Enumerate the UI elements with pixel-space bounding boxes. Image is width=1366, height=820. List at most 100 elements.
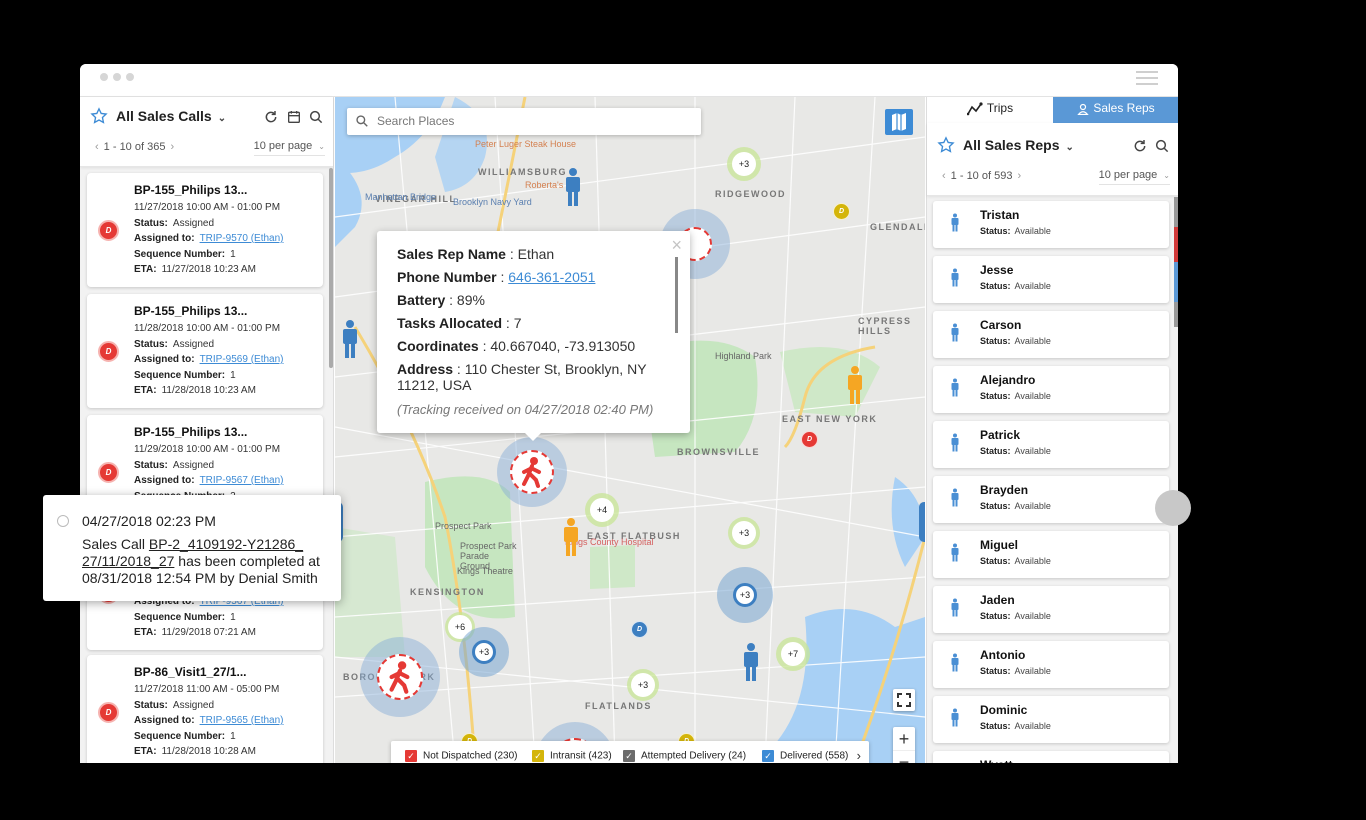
collapse-right-panel-button[interactable] <box>919 502 925 542</box>
user-icon <box>1077 103 1090 115</box>
map-cluster[interactable]: +3 <box>728 517 760 549</box>
legend-not-dispatched[interactable]: ✓ Not Dispatched (230) <box>405 750 518 762</box>
sales-reps-panel: Trips Sales Reps All Sales Reps ⌄ ‹ 1 - 10… <box>926 97 1178 763</box>
fullscreen-button[interactable] <box>893 689 915 711</box>
sales-rep-card[interactable]: Dominic Status: Available <box>933 696 1169 743</box>
sales-rep-card[interactable]: Tristan Status: Available <box>933 201 1169 248</box>
call-sequence: Sequence Number: 1 <box>134 249 236 260</box>
map-cluster[interactable]: +3 <box>459 627 509 677</box>
sales-rep-card[interactable]: Alejandro Status: Available <box>933 366 1169 413</box>
sales-rep-marker-blue[interactable] <box>563 167 583 207</box>
walking-rep-marker[interactable] <box>377 654 423 700</box>
trip-link[interactable]: TRIP-9570 (Ethan) <box>200 233 284 244</box>
walking-rep-marker[interactable] <box>510 450 554 494</box>
sales-rep-marker-orange[interactable] <box>561 517 581 557</box>
poi-label: Kings Theatre <box>457 566 513 576</box>
checkbox-checked-icon[interactable]: ✓ <box>762 750 774 762</box>
notification-toast[interactable]: 04/27/2018 02:23 PM Sales Call BP-2_4109… <box>43 495 341 601</box>
sales-rep-card[interactable]: Jesse Status: Available <box>933 256 1169 303</box>
delivery-pin[interactable]: D <box>631 621 648 638</box>
close-icon[interactable]: × <box>671 235 682 256</box>
sales-rep-marker-orange[interactable] <box>845 365 865 405</box>
search-icon[interactable] <box>308 109 324 125</box>
star-icon[interactable] <box>937 136 955 154</box>
next-page-button[interactable]: › <box>170 141 174 153</box>
poi-label: Brooklyn Navy Yard <box>453 197 532 207</box>
sales-rep-marker-blue[interactable] <box>741 642 761 682</box>
notification-message: Sales Call BP-2_4109192-Y21286_ 27/11/20… <box>82 536 334 587</box>
call-sequence: Sequence Number: 1 <box>134 731 236 742</box>
map-cluster[interactable]: +3 <box>717 567 773 623</box>
search-places-box <box>347 108 701 135</box>
field-label: Assigned to: <box>134 233 195 244</box>
zoom-in-button[interactable]: + <box>893 727 915 751</box>
sales-rep-card[interactable]: Jaden Status: Available <box>933 586 1169 633</box>
star-icon[interactable] <box>90 107 108 125</box>
phone-link[interactable]: 646-361-2051 <box>508 269 595 285</box>
delivery-status-badge: D <box>98 220 119 241</box>
sales-call-card[interactable]: D BP-86_Visit1_27/1... 11/27/2018 11:00 AM… <box>87 655 323 763</box>
scrollbar[interactable] <box>1174 197 1178 327</box>
sales-call-card[interactable]: D BP-155_Philips 13... 11/27/2018 10:00 AM… <box>87 173 323 287</box>
field-label: Status: <box>980 446 1011 456</box>
prev-page-button[interactable]: ‹ <box>942 170 946 182</box>
hamburger-menu-icon[interactable] <box>1136 71 1158 85</box>
tasks-value: 7 <box>513 315 522 331</box>
zoom-out-button[interactable]: − <box>893 751 915 763</box>
sales-rep-card[interactable]: Miguel Status: Available <box>933 531 1169 578</box>
sales-rep-card[interactable]: Carson Status: Available <box>933 311 1169 358</box>
phone-row: Phone Number : 646-361-2051 <box>397 269 596 285</box>
map-label: FLATLANDS <box>585 701 652 711</box>
scrollbar[interactable] <box>329 168 333 368</box>
cluster-count: +3 <box>733 583 757 607</box>
trip-link[interactable]: TRIP-9569 (Ethan) <box>200 354 284 365</box>
trip-link[interactable]: TRIP-9567 (Ethan) <box>200 475 284 486</box>
trip-link[interactable]: TRIP-9565 (Ethan) <box>200 715 284 726</box>
popup-scrollbar[interactable] <box>675 257 678 333</box>
map-label: RIDGEWOOD <box>715 189 786 199</box>
legend-intransit[interactable]: ✓ Intransit (423) <box>532 750 612 762</box>
view-selector[interactable]: All Sales Reps ⌄ <box>963 137 1074 153</box>
checkbox-checked-icon[interactable]: ✓ <box>532 750 544 762</box>
map-cluster[interactable]: +3 <box>627 669 659 701</box>
unread-indicator-icon[interactable] <box>57 515 69 527</box>
sales-rep-marker-blue[interactable] <box>340 319 360 359</box>
map-cluster[interactable]: +3 <box>727 147 761 181</box>
checkbox-checked-icon[interactable]: ✓ <box>623 750 635 762</box>
floating-action-button[interactable] <box>1155 490 1191 526</box>
refresh-icon[interactable] <box>1132 138 1148 154</box>
cluster-count: +3 <box>631 673 655 697</box>
sales-rep-card[interactable]: Patrick Status: Available <box>933 421 1169 468</box>
search-icon[interactable] <box>1154 138 1170 154</box>
next-page-button[interactable]: › <box>1017 170 1021 182</box>
map-type-button[interactable] <box>885 109 913 135</box>
per-page-select[interactable]: 10 per page ⌄ <box>253 140 325 156</box>
refresh-icon[interactable] <box>263 109 279 125</box>
call-time-window: 11/29/2018 10:00 AM - 01:00 PM <box>134 444 281 455</box>
person-icon <box>951 323 959 342</box>
legend-delivered[interactable]: ✓ Delivered (558) <box>762 750 848 762</box>
field-label: Coordinates <box>397 338 479 354</box>
view-selector[interactable]: All Sales Calls ⌄ <box>116 108 226 124</box>
prev-page-button[interactable]: ‹ <box>95 141 99 153</box>
search-places-input[interactable] <box>377 111 687 131</box>
calendar-icon[interactable] <box>286 109 302 125</box>
delivery-pin[interactable]: D <box>801 431 818 448</box>
sales-call-list: D BP-155_Philips 13... 11/27/2018 10:00 AM… <box>80 168 328 763</box>
map-cluster[interactable]: +7 <box>776 637 810 671</box>
delivery-pin[interactable]: D <box>833 203 850 220</box>
sales-rep-card[interactable]: Antonio Status: Available <box>933 641 1169 688</box>
rep-name: Jaden <box>980 593 1015 607</box>
map-cluster[interactable]: +4 <box>585 493 619 527</box>
sales-rep-card[interactable]: Wyatt <box>933 751 1169 763</box>
cluster-count: +3 <box>472 640 496 664</box>
tab-trips[interactable]: Trips <box>927 97 1053 123</box>
per-page-select[interactable]: 10 per page ⌄ <box>1098 169 1170 185</box>
coordinates-row: Coordinates : 40.667040, -73.913050 <box>397 338 636 354</box>
tab-sales-reps[interactable]: Sales Reps <box>1053 97 1178 129</box>
sales-rep-card[interactable]: Brayden Status: Available <box>933 476 1169 523</box>
legend-attempted-delivery[interactable]: ✓ Attempted Delivery (24) <box>623 750 746 762</box>
checkbox-checked-icon[interactable]: ✓ <box>405 750 417 762</box>
sales-call-card[interactable]: D BP-155_Philips 13... 11/28/2018 10:00 AM… <box>87 294 323 408</box>
legend-next-button[interactable]: › <box>857 748 861 763</box>
